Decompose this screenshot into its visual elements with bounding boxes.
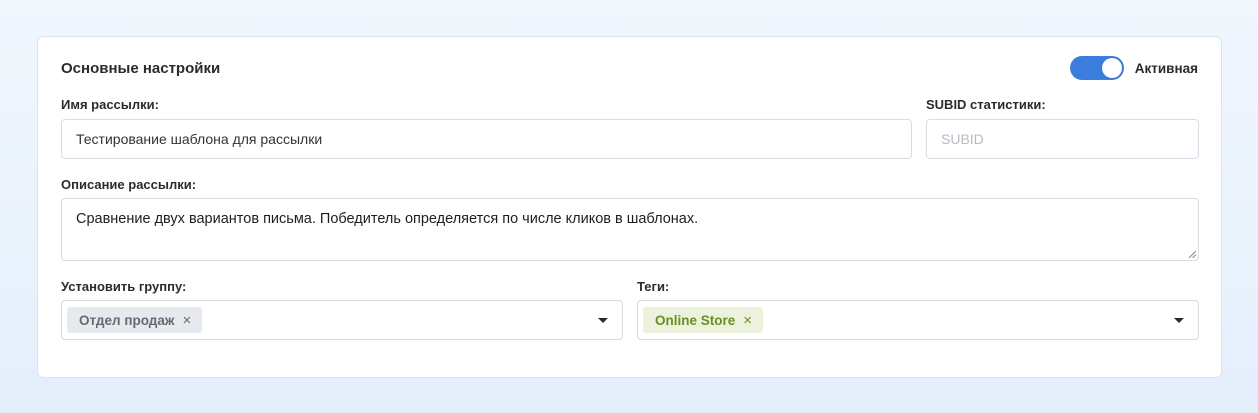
group-chip-label: Отдел продаж — [79, 312, 175, 328]
group-chip: Отдел продаж × — [67, 307, 203, 333]
mailing-name-label: Имя рассылки: — [61, 97, 159, 112]
resize-grip-icon[interactable] — [1188, 250, 1196, 258]
tag-chip-label: Online Store — [655, 312, 736, 328]
active-toggle-group: Активная — [1069, 56, 1198, 80]
description-textarea[interactable]: Сравнение двух вариантов письма. Победит… — [61, 198, 1199, 261]
subid-placeholder: SUBID — [941, 131, 984, 147]
tag-chip: Online Store × — [643, 307, 764, 333]
close-icon[interactable]: × — [743, 312, 752, 329]
group-label: Установить группу: — [61, 279, 187, 294]
tags-select[interactable]: Online Store × — [637, 300, 1199, 340]
subid-label: SUBID статистики: — [926, 97, 1046, 112]
main-settings-card: Основные настройки Активная Имя рассылки… — [37, 36, 1222, 378]
tags-label: Теги: — [637, 279, 670, 294]
active-toggle-label: Активная — [1134, 60, 1198, 76]
toggle-knob — [1101, 58, 1122, 78]
active-toggle[interactable] — [1069, 56, 1124, 80]
description-value: Сравнение двух вариантов письма. Победит… — [76, 211, 699, 227]
mailing-name-value: Тестирование шаблона для рассылки — [76, 131, 323, 147]
description-label: Описание рассылки: — [61, 177, 197, 192]
caret-down-icon[interactable] — [1174, 318, 1184, 323]
mailing-name-input[interactable]: Тестирование шаблона для рассылки — [61, 119, 912, 159]
group-select[interactable]: Отдел продаж × — [61, 300, 623, 340]
subid-input[interactable]: SUBID — [926, 119, 1199, 159]
section-title: Основные настройки — [61, 60, 221, 77]
caret-down-icon[interactable] — [598, 318, 608, 323]
close-icon[interactable]: × — [182, 312, 191, 329]
